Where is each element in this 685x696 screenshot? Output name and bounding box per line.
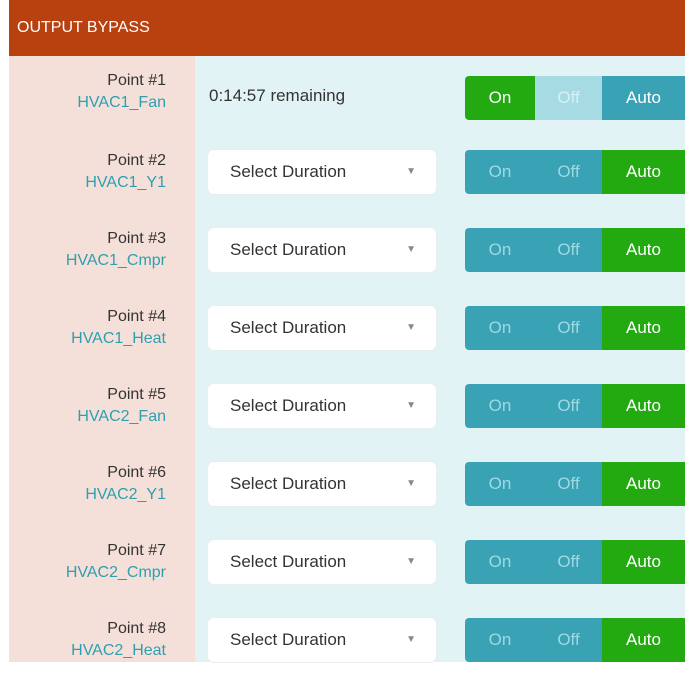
mode-toggle: On Off Auto bbox=[465, 306, 685, 350]
mode-toggle: On Off Auto bbox=[465, 462, 685, 506]
toggle-off-button[interactable]: Off bbox=[535, 540, 602, 584]
duration-select[interactable]: Select Duration ▼ bbox=[208, 384, 436, 428]
mode-toggle: On Off Auto bbox=[465, 76, 685, 120]
duration-select[interactable]: Select Duration ▼ bbox=[208, 306, 436, 350]
point-number: Point #1 bbox=[107, 72, 166, 89]
mode-toggle: On Off Auto bbox=[465, 384, 685, 428]
toggle-off-button[interactable]: Off bbox=[535, 462, 602, 506]
point-number: Point #5 bbox=[107, 386, 166, 403]
point-row-3: Point #3 HVAC1_Cmpr Select Duration ▼ On… bbox=[9, 228, 685, 306]
duration-select-value: Select Duration bbox=[230, 474, 347, 493]
duration-select[interactable]: Select Duration ▼ bbox=[208, 618, 436, 662]
toggle-off-button[interactable]: Off bbox=[535, 228, 602, 272]
toggle-off-button[interactable]: Off bbox=[535, 618, 602, 662]
toggle-auto-button[interactable]: Auto bbox=[602, 306, 685, 350]
duration-select[interactable]: Select Duration ▼ bbox=[208, 228, 436, 272]
toggle-auto-button[interactable]: Auto bbox=[602, 462, 685, 506]
point-name: HVAC2_Fan bbox=[77, 408, 166, 425]
chevron-down-icon: ▼ bbox=[406, 244, 416, 255]
duration-select[interactable]: Select Duration ▼ bbox=[208, 540, 436, 584]
toggle-auto-button[interactable]: Auto bbox=[602, 384, 685, 428]
chevron-down-icon: ▼ bbox=[406, 400, 416, 411]
toggle-off-button[interactable]: Off bbox=[535, 76, 602, 120]
toggle-off-button[interactable]: Off bbox=[535, 384, 602, 428]
point-row-5: Point #5 HVAC2_Fan Select Duration ▼ On … bbox=[9, 384, 685, 462]
chevron-down-icon: ▼ bbox=[406, 478, 416, 489]
duration-select-value: Select Duration bbox=[230, 318, 347, 337]
point-row-8: Point #8 HVAC2_Heat Select Duration ▼ On… bbox=[9, 618, 685, 696]
toggle-off-button[interactable]: Off bbox=[535, 306, 602, 350]
toggle-auto-button[interactable]: Auto bbox=[602, 618, 685, 662]
point-name: HVAC1_Heat bbox=[71, 330, 166, 347]
point-name: HVAC2_Y1 bbox=[85, 486, 166, 503]
mode-toggle: On Off Auto bbox=[465, 150, 685, 194]
toggle-on-button[interactable]: On bbox=[465, 306, 535, 350]
duration-select-value: Select Duration bbox=[230, 552, 347, 571]
point-number: Point #4 bbox=[107, 308, 166, 325]
point-number: Point #7 bbox=[107, 542, 166, 559]
point-row-2: Point #2 HVAC1_Y1 Select Duration ▼ On O… bbox=[9, 150, 685, 228]
duration-select-value: Select Duration bbox=[230, 240, 347, 259]
toggle-on-button[interactable]: On bbox=[465, 228, 535, 272]
toggle-on-button[interactable]: On bbox=[465, 150, 535, 194]
duration-select-value: Select Duration bbox=[230, 630, 347, 649]
toggle-auto-button[interactable]: Auto bbox=[602, 228, 685, 272]
chevron-down-icon: ▼ bbox=[406, 166, 416, 177]
remaining-time: 0:14:57 remaining bbox=[209, 86, 346, 105]
mode-toggle: On Off Auto bbox=[465, 228, 685, 272]
mode-toggle: On Off Auto bbox=[465, 618, 685, 662]
mode-toggle: On Off Auto bbox=[465, 540, 685, 584]
point-number: Point #3 bbox=[107, 230, 166, 247]
point-row-4: Point #4 HVAC1_Heat Select Duration ▼ On… bbox=[9, 306, 685, 384]
chevron-down-icon: ▼ bbox=[406, 634, 416, 645]
toggle-off-button[interactable]: Off bbox=[535, 150, 602, 194]
toggle-on-button[interactable]: On bbox=[465, 384, 535, 428]
point-row-7: Point #7 HVAC2_Cmpr Select Duration ▼ On… bbox=[9, 540, 685, 618]
point-row-1: Point #1 HVAC1_Fan 0:14:57 remaining On … bbox=[9, 70, 685, 148]
toggle-auto-button[interactable]: Auto bbox=[602, 76, 685, 120]
point-name: HVAC2_Cmpr bbox=[65, 564, 166, 581]
duration-select[interactable]: Select Duration ▼ bbox=[208, 150, 436, 194]
point-number: Point #6 bbox=[107, 464, 166, 481]
point-name: HVAC1_Y1 bbox=[85, 174, 166, 191]
duration-select[interactable]: Select Duration ▼ bbox=[208, 462, 436, 506]
toggle-on-button[interactable]: On bbox=[465, 540, 535, 584]
point-name: HVAC2_Heat bbox=[71, 642, 166, 659]
output-bypass-panel: OUTPUT BYPASS Point #1 HVAC1_Fan 0:14:57… bbox=[9, 0, 685, 674]
toggle-on-button[interactable]: On bbox=[465, 462, 535, 506]
toggle-on-button[interactable]: On bbox=[465, 618, 535, 662]
point-number: Point #2 bbox=[107, 152, 166, 169]
point-row-6: Point #6 HVAC2_Y1 Select Duration ▼ On O… bbox=[9, 462, 685, 540]
toggle-auto-button[interactable]: Auto bbox=[602, 150, 685, 194]
toggle-on-button[interactable]: On bbox=[465, 76, 535, 120]
panel-header: OUTPUT BYPASS bbox=[9, 0, 685, 56]
duration-select-value: Select Duration bbox=[230, 162, 347, 181]
duration-select-value: Select Duration bbox=[230, 396, 347, 415]
chevron-down-icon: ▼ bbox=[406, 556, 416, 567]
chevron-down-icon: ▼ bbox=[406, 322, 416, 333]
point-name: HVAC1_Fan bbox=[77, 94, 166, 111]
point-number: Point #8 bbox=[107, 620, 166, 637]
toggle-auto-button[interactable]: Auto bbox=[602, 540, 685, 584]
point-name: HVAC1_Cmpr bbox=[65, 252, 166, 269]
